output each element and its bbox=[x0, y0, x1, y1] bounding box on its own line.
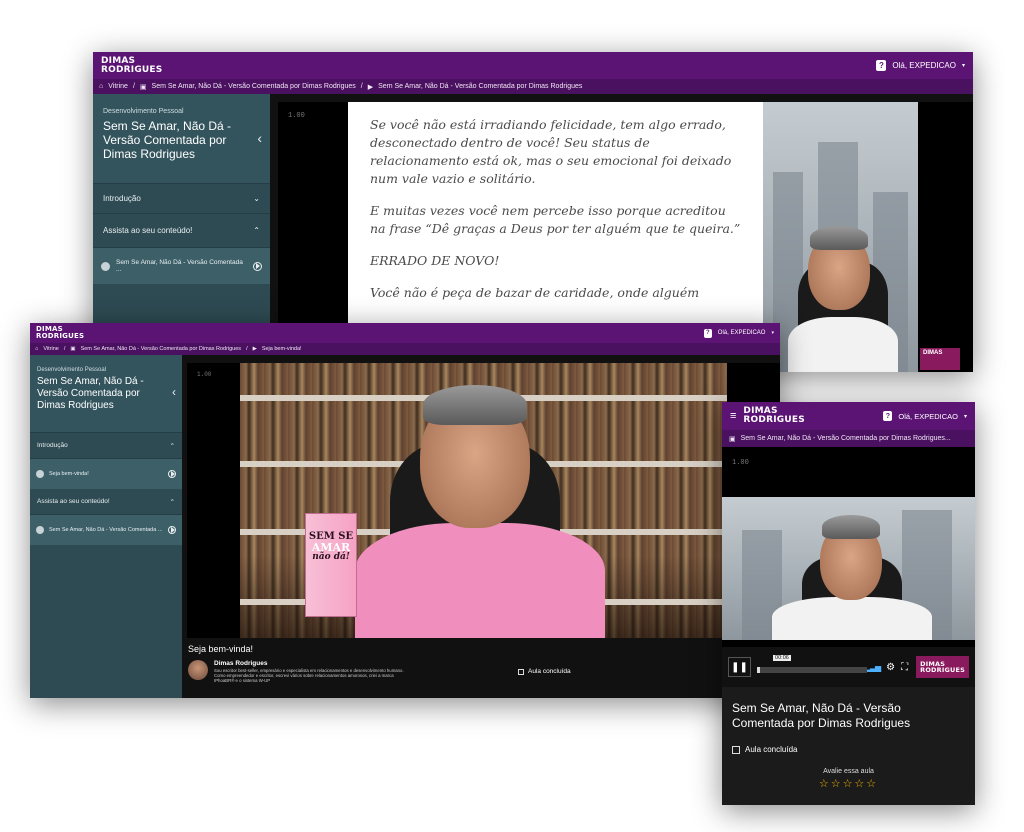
corner-brand-logo: DIMAS RODRIGUES bbox=[916, 655, 969, 679]
playback-speed[interactable]: 1.00 bbox=[732, 459, 749, 467]
course-title: Sem Se Amar, Não Dá - Versão Comentada p… bbox=[37, 376, 144, 411]
caret-down-icon: ▾ bbox=[963, 413, 967, 420]
home-icon[interactable]: ⌂ bbox=[99, 83, 103, 90]
progress-area: 00:06 bbox=[757, 655, 868, 677]
home-icon[interactable]: ⌂ bbox=[35, 346, 38, 352]
user-menu[interactable]: ? Olá, EXPEDICAO ▾ bbox=[703, 328, 774, 338]
playback-speed[interactable]: 1.00 bbox=[288, 112, 305, 120]
checkbox-icon[interactable] bbox=[518, 668, 524, 675]
top-bar: DIMAS RODRIGUES ? Olá, EXPEDICAO ▾ bbox=[93, 52, 973, 79]
progress-fill bbox=[757, 667, 761, 673]
chevron-up-icon: ⌃ bbox=[169, 498, 175, 506]
play-circle-icon[interactable] bbox=[253, 261, 262, 271]
brand-logo[interactable]: DIMAS RODRIGUES bbox=[101, 57, 162, 74]
breadcrumb-lesson[interactable]: Seja bem-vinda! bbox=[262, 346, 302, 352]
corner-brand-tag: DIMAS bbox=[920, 348, 960, 370]
brand-logo[interactable]: DIMAS RODRIGUES bbox=[743, 407, 804, 424]
section-introducao[interactable]: Introdução ⌃ bbox=[30, 433, 182, 459]
breadcrumb-course[interactable]: Sem Se Amar, Não Dá - Versão Comentada p… bbox=[81, 346, 242, 352]
lesson-info: Seja bem-vinda! Dimas Rodrigues Sou escr… bbox=[182, 638, 780, 698]
menu-icon[interactable]: ≡ bbox=[730, 410, 736, 422]
author-name: Dimas Rodrigues bbox=[214, 660, 268, 667]
course-icon: ▣ bbox=[70, 346, 76, 352]
course-header: Desenvolvimento Pessoal Sem Se Amar, Não… bbox=[30, 355, 182, 433]
presenter-video bbox=[763, 102, 918, 372]
mobile-window: ≡ DIMAS RODRIGUES ? Olá, EXPEDICAO ▾ ▣ S… bbox=[722, 402, 975, 805]
collapse-sidebar-icon[interactable]: ‹ bbox=[172, 385, 176, 399]
help-icon[interactable]: ? bbox=[876, 60, 887, 71]
book-cover: SEM SE AMAR não dá! bbox=[305, 513, 357, 617]
presenter-video bbox=[722, 497, 975, 640]
help-icon[interactable]: ? bbox=[883, 411, 893, 421]
video-player[interactable]: 1.00 ❚❚ 00:06 ▁▂▃▅ ⚙ ⛶ DIMAS RODRIGUES bbox=[722, 447, 975, 687]
course-title: Sem Se Amar, Não Dá - Versão Comentada p… bbox=[732, 701, 911, 730]
course-icon: ▣ bbox=[729, 435, 736, 443]
pause-button[interactable]: ❚❚ bbox=[728, 657, 752, 677]
breadcrumb-vitrine[interactable]: Vitrine bbox=[43, 346, 59, 352]
breadcrumb-vitrine[interactable]: Vitrine bbox=[108, 83, 128, 90]
author-bio: Sou escritor best-seller, empresário e e… bbox=[214, 668, 404, 684]
section-introducao[interactable]: Introdução ⌄ bbox=[93, 184, 270, 214]
rating-label: Avalie essa aula bbox=[823, 768, 874, 775]
user-menu[interactable]: ? Olá, EXPEDICAO ▾ bbox=[876, 60, 965, 71]
chevron-down-icon: ⌄ bbox=[253, 194, 260, 203]
caret-down-icon: ▾ bbox=[771, 330, 774, 336]
play-icon: ▶ bbox=[367, 83, 374, 91]
breadcrumb: ⌂ Vitrine / ▣ Sem Se Amar, Não Dá - Vers… bbox=[93, 79, 973, 94]
star-rating-icon[interactable]: ☆☆☆☆☆ bbox=[732, 777, 965, 790]
time-tooltip: 00:06 bbox=[773, 655, 791, 661]
lesson-item-main[interactable]: Sem Se Amar, Não Dá - Versão Comentada .… bbox=[30, 515, 182, 545]
course-icon: ▣ bbox=[139, 83, 147, 91]
lesson-status-icon bbox=[101, 261, 110, 271]
settings-gear-icon[interactable]: ⚙ bbox=[886, 662, 895, 673]
breadcrumb: ▣ Sem Se Amar, Não Dá - Versão Comentada… bbox=[722, 430, 975, 447]
player-controls: ❚❚ 00:06 ▁▂▃▅ ⚙ ⛶ DIMAS RODRIGUES bbox=[722, 647, 975, 687]
chevron-up-icon: ⌃ bbox=[169, 442, 175, 450]
fullscreen-icon[interactable]: ⛶ bbox=[901, 662, 908, 673]
play-circle-icon[interactable] bbox=[168, 470, 176, 478]
checkbox-icon[interactable] bbox=[732, 745, 740, 754]
breadcrumb-course[interactable]: Sem Se Amar, Não Dá - Versão Comentada p… bbox=[152, 83, 356, 90]
lesson-item[interactable]: Sem Se Amar, Não Dá - Versão Comentada .… bbox=[93, 248, 270, 284]
chevron-up-icon: ⌃ bbox=[253, 226, 260, 235]
lesson-status-icon bbox=[36, 526, 44, 534]
collapse-sidebar-icon[interactable]: ‹ bbox=[257, 130, 262, 146]
lesson-done-checkbox[interactable]: Aula concluída bbox=[518, 668, 571, 675]
breadcrumb-lesson[interactable]: Sem Se Amar, Não Dá - Versão Comentada p… bbox=[378, 83, 582, 90]
lesson-done-checkbox[interactable]: Aula concluída bbox=[732, 745, 965, 754]
help-icon[interactable]: ? bbox=[703, 328, 712, 338]
breadcrumb-course[interactable]: Sem Se Amar, Não Dá - Versão Comentada p… bbox=[741, 435, 951, 442]
sidebar: Desenvolvimento Pessoal Sem Se Amar, Não… bbox=[30, 355, 182, 698]
playback-speed[interactable]: 1.00 bbox=[197, 371, 211, 378]
video-player[interactable]: 1.00 SEM SE AMAR não dá! bbox=[187, 363, 780, 638]
top-bar: DIMAS RODRIGUES ? Olá, EXPEDICAO ▾ bbox=[30, 323, 780, 343]
course-header: Desenvolvimento Pessoal Sem Se Amar, Não… bbox=[93, 94, 270, 184]
brand-logo[interactable]: DIMAS RODRIGUES bbox=[36, 326, 84, 339]
section-assista[interactable]: Assista ao seu conteúdo! ⌃ bbox=[30, 489, 182, 515]
top-bar: ≡ DIMAS RODRIGUES ? Olá, EXPEDICAO ▾ bbox=[722, 402, 975, 430]
lesson-status-icon bbox=[36, 470, 44, 478]
user-menu[interactable]: ? Olá, EXPEDICAO ▾ bbox=[883, 411, 967, 421]
course-title: Sem Se Amar, Não Dá - Versão Comentada p… bbox=[103, 119, 232, 161]
play-circle-icon[interactable] bbox=[168, 526, 176, 534]
lesson-item-welcome[interactable]: Seja bem-vinda! bbox=[30, 459, 182, 489]
play-icon: ▶ bbox=[252, 346, 257, 352]
author-avatar bbox=[188, 660, 208, 680]
presenter-video: SEM SE AMAR não dá! bbox=[240, 363, 727, 638]
main-window: DIMAS RODRIGUES ? Olá, EXPEDICAO ▾ ⌂ Vit… bbox=[30, 323, 780, 698]
caret-down-icon: ▾ bbox=[961, 63, 965, 69]
section-assista[interactable]: Assista ao seu conteúdo! ⌃ bbox=[93, 214, 270, 248]
breadcrumb: ⌂ Vitrine / ▣ Sem Se Amar, Não Dá - Vers… bbox=[30, 343, 780, 355]
progress-bar[interactable] bbox=[757, 667, 868, 673]
lesson-title: Seja bem-vinda! bbox=[188, 644, 254, 654]
lesson-info: Sem Se Amar, Não Dá - Versão Comentada p… bbox=[722, 687, 975, 805]
